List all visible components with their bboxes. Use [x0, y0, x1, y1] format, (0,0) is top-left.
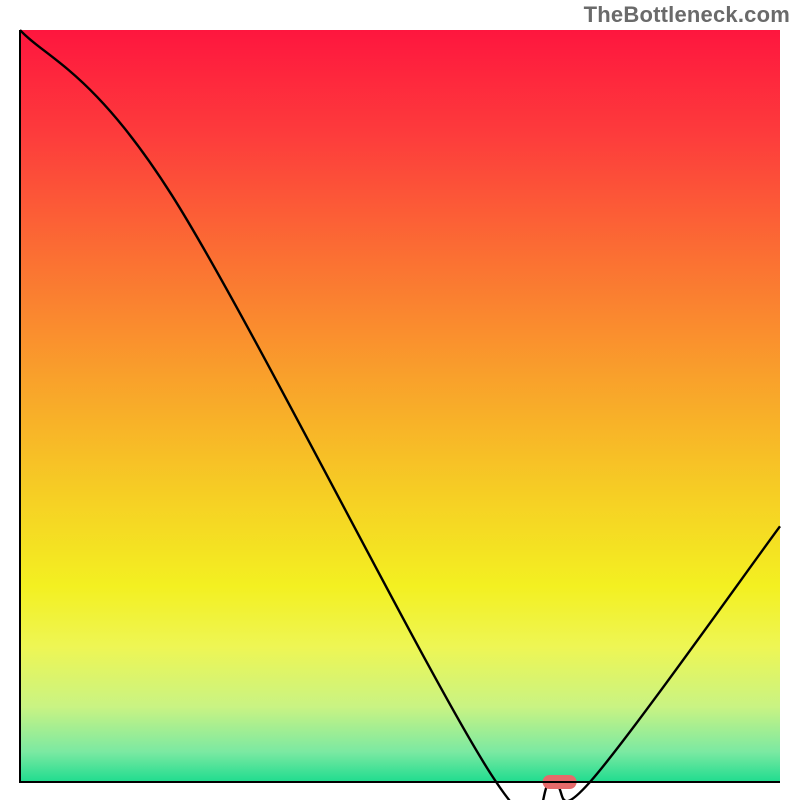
chart-container: TheBottleneck.com: [0, 0, 800, 800]
gradient-background: [20, 30, 780, 782]
watermark-text: TheBottleneck.com: [584, 2, 790, 28]
bottleneck-chart: [0, 0, 800, 800]
